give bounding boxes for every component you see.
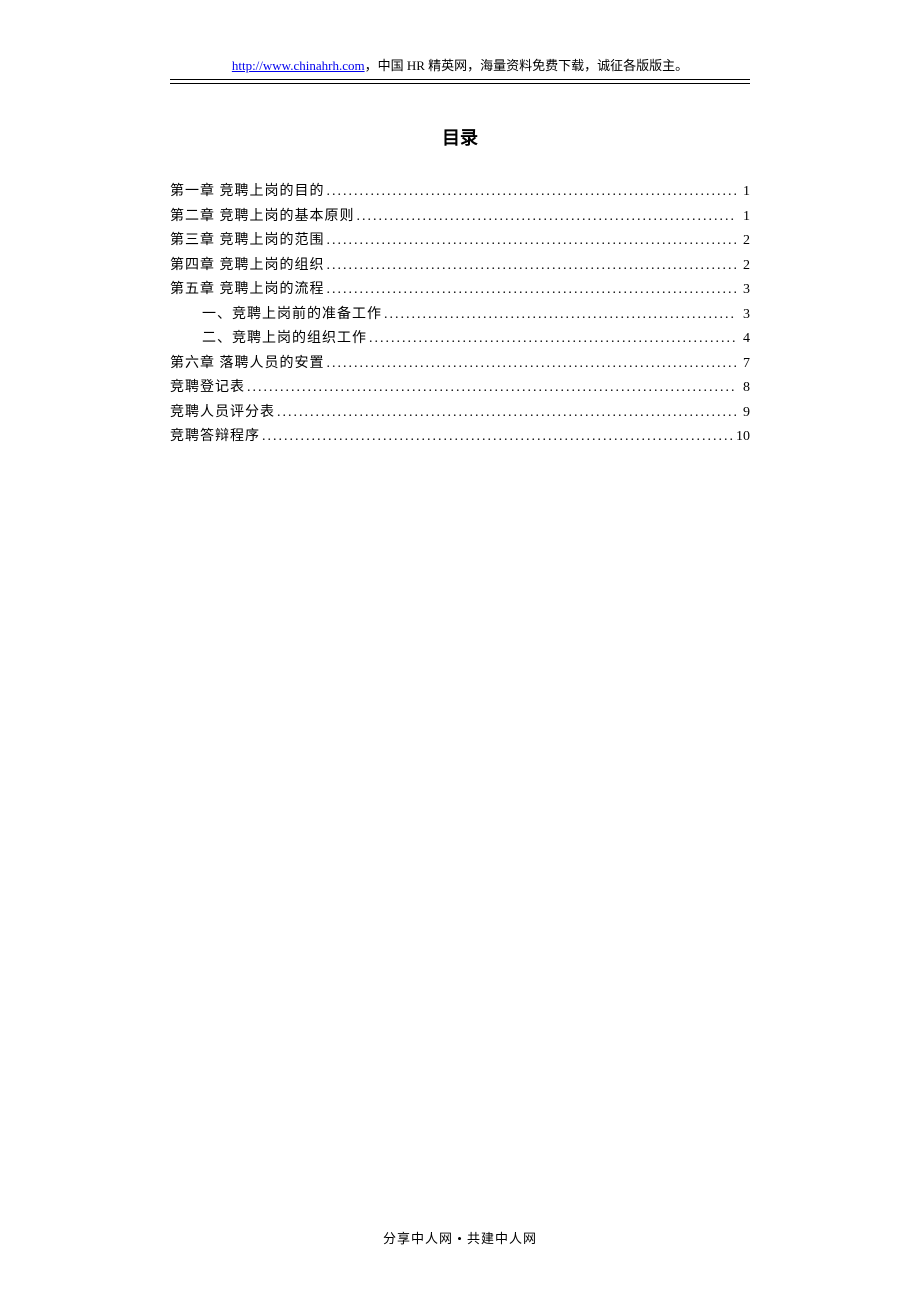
- toc-label: 竞聘登记表: [170, 376, 245, 401]
- toc-entry[interactable]: 一、竞聘上岗前的准备工作 3: [170, 303, 750, 328]
- toc-page-number: 9: [736, 401, 750, 426]
- toc-entry[interactable]: 竞聘人员评分表 9: [170, 401, 750, 426]
- toc-page-number: 2: [736, 229, 750, 254]
- toc-page-number: 4: [736, 327, 750, 352]
- toc-label: 第三章 竞聘上岗的范围: [170, 229, 325, 254]
- toc-page-number: 7: [736, 352, 750, 377]
- toc-page-number: 1: [736, 180, 750, 205]
- toc-leader: [367, 327, 736, 352]
- header-divider: [170, 83, 750, 84]
- toc-label: 竞聘答辩程序: [170, 425, 260, 450]
- toc-leader: [275, 401, 736, 426]
- toc-leader: [325, 180, 737, 205]
- toc-leader: [325, 352, 737, 377]
- toc-entry[interactable]: 第三章 竞聘上岗的范围 2: [170, 229, 750, 254]
- table-of-contents: 第一章 竞聘上岗的目的 1 第二章 竞聘上岗的基本原则 1 第三章 竞聘上岗的范…: [170, 180, 750, 450]
- toc-entry[interactable]: 第六章 落聘人员的安置 7: [170, 352, 750, 377]
- document-title: 目录: [170, 124, 750, 150]
- toc-label: 第六章 落聘人员的安置: [170, 352, 325, 377]
- toc-leader: [355, 205, 737, 230]
- toc-entry[interactable]: 第五章 竞聘上岗的流程 3: [170, 278, 750, 303]
- toc-entry[interactable]: 第一章 竞聘上岗的目的 1: [170, 180, 750, 205]
- toc-page-number: 1: [736, 205, 750, 230]
- toc-leader: [325, 229, 737, 254]
- toc-leader: [382, 303, 736, 328]
- toc-entry[interactable]: 竞聘答辩程序 10: [170, 425, 750, 450]
- toc-entry[interactable]: 第四章 竞聘上岗的组织 2: [170, 254, 750, 279]
- page-container: http://www.chinahrh.com，中国 HR 精英网，海量资料免费…: [0, 0, 920, 1302]
- header-link[interactable]: http://www.chinahrh.com: [232, 58, 365, 73]
- toc-entry[interactable]: 竞聘登记表 8: [170, 376, 750, 401]
- page-footer: 分享中人网 • 共建中人网: [0, 1228, 920, 1247]
- toc-label: 竞聘人员评分表: [170, 401, 275, 426]
- toc-leader: [325, 254, 737, 279]
- toc-label: 第一章 竞聘上岗的目的: [170, 180, 325, 205]
- toc-leader: [260, 425, 736, 450]
- toc-page-number: 8: [736, 376, 750, 401]
- toc-entry[interactable]: 二、竞聘上岗的组织工作 4: [170, 327, 750, 352]
- toc-leader: [325, 278, 737, 303]
- toc-page-number: 3: [736, 303, 750, 328]
- toc-label: 第二章 竞聘上岗的基本原则: [170, 205, 355, 230]
- toc-page-number: 3: [736, 278, 750, 303]
- header-text: ，中国 HR 精英网，海量资料免费下载，诚征各版版主。: [365, 58, 689, 73]
- toc-leader: [245, 376, 736, 401]
- toc-page-number: 10: [736, 425, 750, 450]
- toc-entry[interactable]: 第二章 竞聘上岗的基本原则 1: [170, 205, 750, 230]
- page-header: http://www.chinahrh.com，中国 HR 精英网，海量资料免费…: [170, 55, 750, 80]
- toc-label: 二、竞聘上岗的组织工作: [202, 327, 367, 352]
- toc-label: 第五章 竞聘上岗的流程: [170, 278, 325, 303]
- toc-label: 第四章 竞聘上岗的组织: [170, 254, 325, 279]
- toc-page-number: 2: [736, 254, 750, 279]
- toc-label: 一、竞聘上岗前的准备工作: [202, 303, 382, 328]
